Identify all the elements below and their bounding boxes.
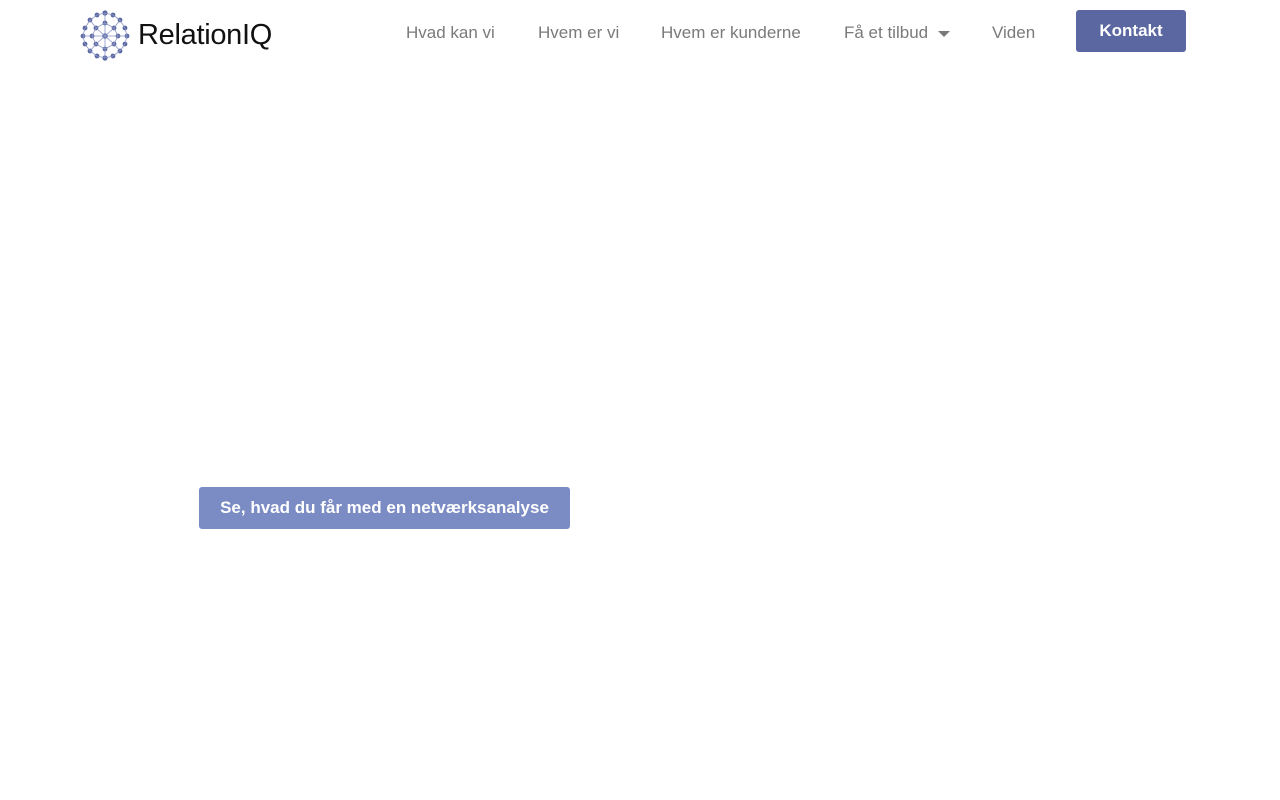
network-analysis-cta-button[interactable]: Se, hvad du får med en netværksanalyse bbox=[199, 487, 570, 529]
chevron-down-icon bbox=[938, 31, 951, 37]
nav-item-faa-et-tilbud[interactable]: Få et tilbud bbox=[844, 22, 951, 44]
site-header: RelationIQ Hvad kan vi Hvem er vi Hvem e… bbox=[0, 0, 1280, 66]
nav-item-hvem-er-vi[interactable]: Hvem er vi bbox=[538, 22, 619, 44]
nav-item-viden[interactable]: Viden bbox=[992, 22, 1035, 44]
nav-item-hvem-er-kunderne[interactable]: Hvem er kunderne bbox=[661, 22, 801, 44]
nav-item-hvad-kan-vi[interactable]: Hvad kan vi bbox=[406, 22, 495, 44]
contact-button[interactable]: Kontakt bbox=[1076, 10, 1186, 52]
nav-item-label: Få et tilbud bbox=[844, 23, 929, 42]
